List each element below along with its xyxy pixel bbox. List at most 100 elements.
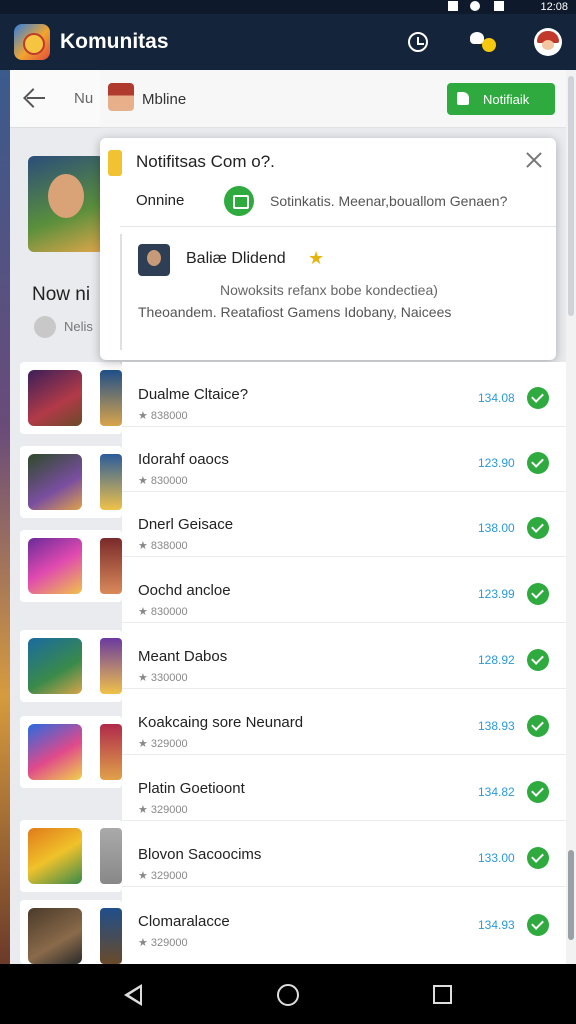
popup-message-line: Nowoksits refanx bobe kondectiea) [220, 282, 438, 298]
user-icon [34, 316, 56, 338]
game-thumbnail [28, 908, 82, 964]
item-value: 134.82 [478, 785, 515, 799]
system-nav-bar [0, 964, 576, 1024]
game-thumbnail [100, 370, 122, 426]
list-item[interactable]: Platin Goetioont ★ 329000 134.82 [122, 756, 566, 821]
check-icon[interactable] [527, 452, 549, 474]
game-thumbnail-card[interactable] [20, 716, 122, 788]
item-name: Platin Goetioont [138, 780, 245, 797]
divider [120, 226, 556, 227]
list-item[interactable]: Koakcaing sore Neunard ★ 329000 138.93 [122, 690, 566, 755]
bookmark-icon [457, 92, 469, 105]
notification-popup: Notifitsas Com o?. Onnine Sotinkatis. Me… [100, 138, 556, 360]
chat-icon[interactable] [224, 186, 254, 216]
check-icon[interactable] [527, 387, 549, 409]
game-thumbnail-card[interactable] [20, 530, 122, 602]
status-bar: 12:08 [0, 0, 576, 14]
popup-message-line: Theoandem. Reatafiost Gamens Idobany, Na… [138, 304, 452, 320]
nav-back-icon[interactable] [124, 984, 142, 1006]
game-thumbnail-card[interactable] [20, 446, 122, 518]
item-value: 138.00 [478, 521, 515, 535]
item-meta: ★ 838000 [138, 410, 188, 422]
list-item[interactable]: Oochd ancloe ★ 830000 123.99 [122, 558, 566, 623]
back-arrow-icon[interactable] [24, 88, 46, 108]
item-meta: ★ 329000 [138, 937, 188, 949]
game-thumbnail-card[interactable] [20, 630, 122, 702]
nav-home-icon[interactable] [277, 984, 299, 1006]
item-meta: ★ 329000 [138, 804, 188, 816]
notify-button-label: Notifiaik [483, 92, 530, 107]
game-thumbnail [100, 828, 122, 884]
check-icon[interactable] [527, 649, 549, 671]
list-item[interactable]: Dnerl Geisace ★ 838000 138.00 [122, 492, 566, 557]
game-thumbnail-card[interactable] [20, 900, 122, 964]
notification-icon[interactable] [470, 30, 498, 54]
item-name: Dnerl Geisace [138, 516, 234, 533]
item-name: Idorahf oaocs [138, 451, 229, 468]
game-thumbnail [28, 538, 82, 594]
item-list: Dualme Cltaice? ★ 838000 134.08 Idorahf … [122, 362, 566, 964]
nav-recents-icon[interactable] [433, 985, 452, 1004]
badge-icon [108, 150, 122, 176]
list-item[interactable]: Blovon Sacoocims ★ 329000 133.00 [122, 822, 566, 887]
background-subtext: Nelis [64, 319, 93, 334]
app-logo-icon [14, 24, 50, 60]
item-name: Meant Dabos [138, 648, 228, 665]
scrollbar-track[interactable] [568, 76, 574, 316]
item-meta: ★ 830000 [138, 606, 188, 618]
game-thumbnail [28, 828, 82, 884]
scrollbar-thumb[interactable] [568, 850, 574, 940]
item-meta: ★ 330000 [138, 672, 188, 684]
divider [120, 234, 122, 350]
list-item[interactable]: Idorahf oaocs ★ 830000 123.90 [122, 427, 566, 492]
item-value: 133.00 [478, 851, 515, 865]
background-art [0, 70, 10, 964]
game-thumbnail-card[interactable] [20, 362, 122, 434]
background-header-text: Nu [74, 90, 94, 107]
item-meta: ★ 329000 [138, 870, 188, 882]
game-thumbnail [100, 538, 122, 594]
item-name: Dualme Cltaice? [138, 386, 249, 403]
list-item[interactable]: Clomaralacce ★ 329000 134.93 [122, 889, 566, 954]
close-icon[interactable] [526, 152, 542, 168]
list-item[interactable]: Meant Dabos ★ 330000 128.92 [122, 624, 566, 689]
game-thumbnail [100, 908, 122, 964]
check-icon[interactable] [527, 914, 549, 936]
item-meta: ★ 329000 [138, 738, 188, 750]
game-thumbnail [28, 370, 82, 426]
check-icon[interactable] [527, 715, 549, 737]
game-thumbnail [28, 638, 82, 694]
clock-icon[interactable] [408, 32, 428, 52]
check-icon[interactable] [527, 781, 549, 803]
game-thumbnail [28, 454, 82, 510]
check-icon[interactable] [527, 583, 549, 605]
notify-button[interactable]: Notifiaik [447, 83, 555, 115]
background-heading: Now ni [32, 284, 91, 305]
game-thumbnail [100, 454, 122, 510]
game-thumbnail-card[interactable] [20, 820, 122, 892]
user-avatar [138, 244, 170, 276]
signal-icon [448, 1, 458, 11]
online-status: Onnine [136, 192, 185, 209]
item-value: 134.93 [478, 918, 515, 932]
popup-title: Notifitsas Com o?. [136, 152, 275, 171]
popup-user-name: Baliæ Dlidend [186, 250, 286, 267]
list-item[interactable]: Dualme Cltaice? ★ 838000 134.08 [122, 362, 566, 427]
hero-avatar-image [28, 156, 104, 252]
character-avatar-icon [108, 83, 134, 111]
game-thumbnail [100, 638, 122, 694]
profile-avatar-icon[interactable] [534, 28, 562, 56]
item-name: Blovon Sacoocims [138, 846, 262, 863]
item-value: 134.08 [478, 391, 515, 405]
item-value: 138.93 [478, 719, 515, 733]
popup-question: Sotinkatis. Meenar,bouallom Genaen? [270, 193, 508, 209]
card-header-label: Mbline [142, 91, 187, 108]
game-thumbnail [28, 724, 82, 780]
item-meta: ★ 830000 [138, 475, 188, 487]
item-name: Clomaralacce [138, 913, 230, 930]
item-name: Koakcaing sore Neunard [138, 714, 304, 731]
battery-icon [494, 1, 504, 11]
check-icon[interactable] [527, 517, 549, 539]
item-value: 123.90 [478, 456, 515, 470]
check-icon[interactable] [527, 847, 549, 869]
